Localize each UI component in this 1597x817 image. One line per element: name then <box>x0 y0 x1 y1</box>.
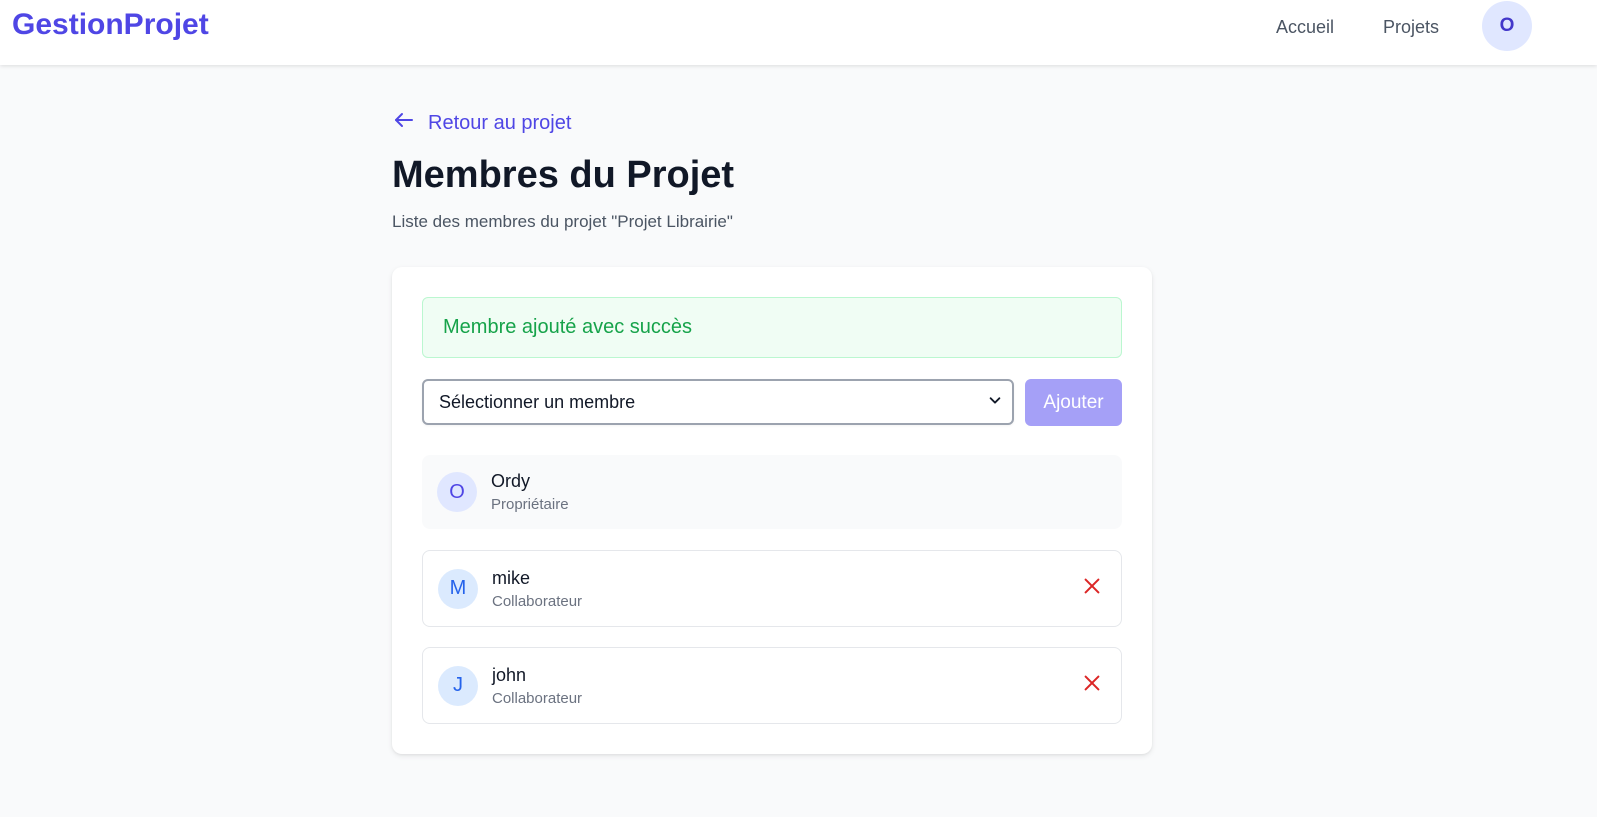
member-avatar: J <box>438 665 478 706</box>
page-subtitle: Liste des membres du projet "Projet Libr… <box>392 212 733 231</box>
success-alert-message: Membre ajouté avec succès <box>443 316 693 338</box>
remove-member-button[interactable] <box>1080 674 1104 698</box>
member-role: Collaborateur <box>492 689 583 707</box>
back-link-label: Retour au projet <box>428 111 572 134</box>
close-icon <box>1081 575 1103 602</box>
arrow-left-icon <box>392 108 416 138</box>
member-select[interactable]: Sélectionner un membre <box>422 379 1014 425</box>
success-alert: Membre ajouté avec succès <box>422 297 1122 358</box>
close-icon <box>1081 672 1103 699</box>
add-member-button[interactable]: Ajouter <box>1025 379 1122 426</box>
nav-link-accueil[interactable]: Accueil <box>1276 17 1334 38</box>
member-avatar: M <box>438 568 478 609</box>
member-name: mike <box>492 567 531 588</box>
remove-member-button[interactable] <box>1080 577 1104 601</box>
member-avatar: O <box>437 472 477 512</box>
page-title: Membres du Projet <box>392 154 735 196</box>
member-name: Ordy <box>491 471 531 491</box>
member-row-owner: O Ordy Propriétaire <box>422 455 1122 529</box>
member-row: J john Collaborateur <box>422 647 1122 724</box>
member-select-value: Sélectionner un membre <box>439 391 636 412</box>
back-to-project-link[interactable]: Retour au projet <box>392 108 571 138</box>
member-role: Propriétaire <box>491 496 569 513</box>
top-navbar: GestionProjet Accueil Projets O <box>0 0 1597 65</box>
member-name: john <box>492 664 527 685</box>
members-card: Membre ajouté avec succès Sélectionner u… <box>392 267 1152 754</box>
member-row: M mike Collaborateur <box>422 550 1122 627</box>
user-avatar[interactable]: O <box>1482 1 1532 51</box>
nav-link-projets[interactable]: Projets <box>1383 17 1439 38</box>
brand-logo[interactable]: GestionProjet <box>12 8 209 42</box>
chevron-down-icon <box>988 393 1002 412</box>
member-role: Collaborateur <box>492 592 583 610</box>
